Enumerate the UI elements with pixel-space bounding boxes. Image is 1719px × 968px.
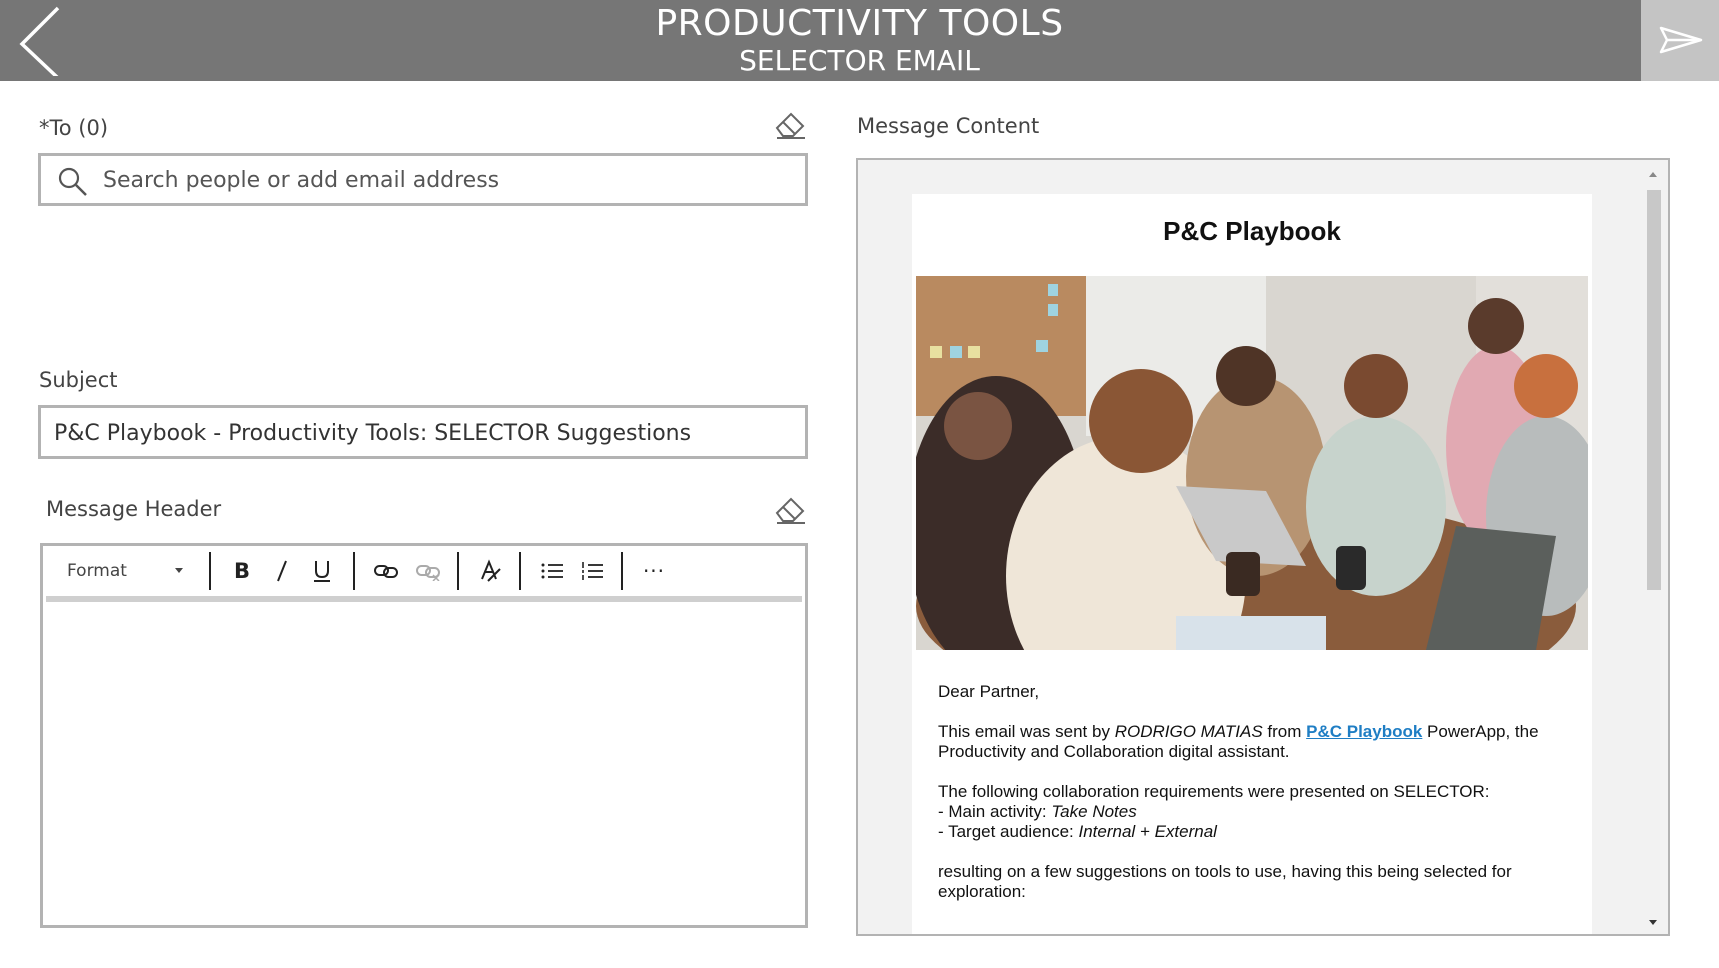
main-activity-label: - Main activity: (938, 802, 1052, 821)
send-icon (1659, 26, 1703, 54)
message-header-text-area[interactable] (43, 602, 805, 925)
scroll-up-icon[interactable] (1649, 172, 1657, 177)
link-icon (374, 565, 398, 578)
eraser-icon (775, 497, 805, 524)
more-icon: ··· (642, 559, 666, 583)
clear-formatting-button[interactable] (473, 556, 507, 586)
audience-value: Internal + External (1078, 822, 1217, 841)
message-header-editor[interactable]: Format B ··· (40, 543, 808, 928)
app-link[interactable]: P&C Playbook (1306, 722, 1422, 741)
more-options-button[interactable]: ··· (637, 556, 671, 586)
subject-value: P&C Playbook - Productivity Tools: SELEC… (54, 421, 692, 446)
subject-input[interactable]: P&C Playbook - Productivity Tools: SELEC… (38, 405, 808, 459)
clear-message-header-button[interactable] (773, 491, 807, 525)
to-search-field[interactable]: Search people or add email address (38, 153, 808, 206)
underline-icon (314, 561, 330, 582)
italic-icon (277, 560, 287, 582)
email-intro: This email was sent by RODRIGO MATIAS fr… (938, 722, 1578, 762)
search-icon (58, 167, 87, 196)
email-requirements: The following collaboration requirements… (938, 782, 1578, 842)
from-word: from (1262, 722, 1307, 741)
message-content-label: Message Content (857, 114, 1040, 138)
requirements-intro: The following collaboration requirements… (938, 782, 1490, 801)
message-content-preview[interactable]: P&C Playbook Dear Partner, This email wa… (856, 158, 1670, 936)
sent-by-prefix: This email was sent by (938, 722, 1115, 741)
clear-to-button[interactable] (773, 106, 807, 140)
format-dropdown[interactable]: Format (67, 556, 197, 586)
to-label: *To (0) (39, 116, 109, 140)
to-search-placeholder: Search people or add email address (103, 168, 500, 193)
email-card: P&C Playbook Dear Partner, This email wa… (912, 194, 1592, 934)
message-header-label: Message Header (46, 497, 222, 521)
italic-button[interactable] (267, 556, 297, 586)
chevron-down-icon (175, 568, 183, 573)
email-body: Dear Partner, This email was sent by ROD… (938, 682, 1578, 922)
email-title: P&C Playbook (1163, 216, 1341, 246)
numbered-list-icon (582, 562, 603, 580)
app-header: PRODUCTIVITY TOOLS SELECTOR EMAIL (0, 0, 1719, 81)
scroll-down-icon[interactable] (1649, 920, 1657, 925)
team-meeting-photo (916, 276, 1588, 650)
page-subtitle: SELECTOR EMAIL (739, 44, 980, 77)
back-button[interactable] (14, 6, 74, 80)
main-activity-value: Take Notes (1051, 802, 1137, 821)
bulleted-list-button[interactable] (535, 556, 569, 586)
clear-formatting-icon (481, 559, 501, 582)
chevron-left-icon (19, 6, 60, 80)
audience-label: - Target audience: (938, 822, 1079, 841)
bulleted-list-icon (541, 563, 563, 579)
bold-icon: B (233, 559, 250, 583)
sender-name: RODRIGO MATIAS (1114, 722, 1263, 741)
email-greeting: Dear Partner, (938, 682, 1040, 701)
unlink-icon (416, 565, 440, 581)
preview-scrollbar[interactable] (1642, 168, 1664, 932)
numbered-list-button[interactable] (575, 556, 609, 586)
underline-button[interactable] (307, 556, 337, 586)
insert-link-button[interactable] (369, 556, 403, 586)
email-result: resulting on a few suggestions on tools … (938, 862, 1512, 901)
page-title: PRODUCTIVITY TOOLS (655, 3, 1064, 44)
format-label: Format (67, 561, 127, 581)
scroll-thumb[interactable] (1647, 190, 1661, 590)
subject-label: Subject (39, 368, 118, 392)
bold-button[interactable]: B (227, 556, 257, 586)
editor-toolbar: Format B ··· (43, 546, 805, 598)
send-button[interactable] (1641, 0, 1719, 81)
remove-link-button[interactable] (411, 556, 445, 586)
eraser-icon (775, 112, 805, 139)
